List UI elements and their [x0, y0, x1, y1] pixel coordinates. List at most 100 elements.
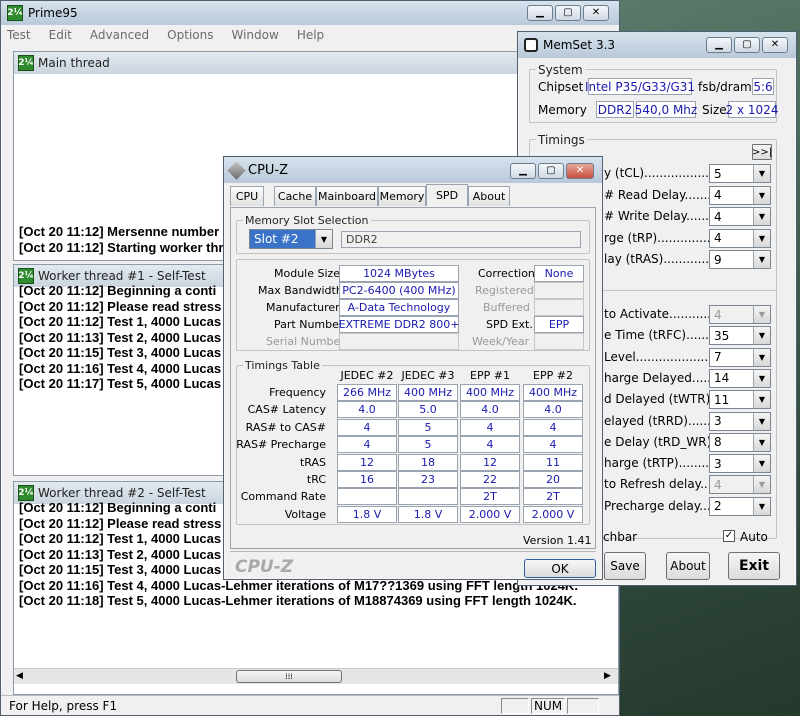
- timing-cell: 20: [523, 471, 583, 488]
- timing-cell: 4: [460, 436, 520, 454]
- timing-select[interactable]: 8 ▼: [709, 432, 771, 452]
- week-year-value: [534, 333, 584, 350]
- spd-ext-label: SPD Ext.: [486, 318, 533, 331]
- log-line: [Oct 20 11:18] Test 5, 4000 Lucas-Lehmer…: [19, 593, 577, 608]
- timing-select[interactable]: 35 ▼: [709, 326, 771, 346]
- timing-select[interactable]: 3 ▼: [709, 454, 771, 474]
- chbar-label: chbar: [603, 530, 638, 544]
- timing-select[interactable]: 4 ▼: [709, 475, 771, 495]
- timing-select[interactable]: 5 ▼: [709, 164, 771, 183]
- menu-test[interactable]: Test: [7, 28, 31, 42]
- timing-select[interactable]: 4 ▼: [709, 305, 771, 324]
- chevron-down-icon[interactable]: ▼: [753, 476, 770, 494]
- timings-table-label: Timings Table: [243, 359, 322, 372]
- scroll-right-icon[interactable]: ▶: [604, 671, 611, 681]
- timing-select[interactable]: 4 ▼: [709, 207, 771, 226]
- chevron-down-icon[interactable]: ▼: [753, 229, 770, 247]
- menu-help[interactable]: Help: [297, 28, 324, 42]
- chevron-down-icon[interactable]: ▼: [753, 251, 770, 268]
- timing-select[interactable]: 4 ▼: [709, 228, 771, 248]
- maximize-icon[interactable]: ▢: [538, 163, 564, 179]
- timing-value: 2: [714, 499, 722, 514]
- save-button[interactable]: Save: [604, 552, 646, 580]
- maximize-icon[interactable]: ▢: [555, 5, 581, 21]
- system-label: System: [536, 63, 585, 77]
- tab-spd[interactable]: SPD: [426, 184, 468, 206]
- slot-type-value: DDR2: [341, 231, 581, 248]
- timing-label: y (tCL)...................: [604, 166, 717, 180]
- exit-button[interactable]: Exit: [728, 552, 780, 580]
- chevron-down-icon[interactable]: ▼: [753, 391, 770, 409]
- more-timings-button[interactable]: >>|: [752, 144, 772, 160]
- prime95-titlebar[interactable]: 2¼ Prime95 ▁ ▢ ✕: [1, 1, 619, 25]
- chevron-down-icon[interactable]: ▼: [753, 455, 770, 473]
- chevron-down-icon[interactable]: ▼: [753, 186, 770, 204]
- menu-advanced[interactable]: Advanced: [90, 28, 149, 42]
- chevron-down-icon[interactable]: ▼: [753, 369, 770, 387]
- cpuz-title: CPU-Z: [248, 162, 289, 178]
- timing-select[interactable]: 2 ▼: [709, 496, 771, 516]
- close-icon[interactable]: ✕: [583, 5, 609, 21]
- chevron-down-icon[interactable]: ▼: [753, 497, 770, 515]
- maximize-icon[interactable]: ▢: [734, 37, 760, 53]
- tab-mainboard[interactable]: Mainboard: [316, 186, 378, 206]
- timing-select[interactable]: 14 ▼: [709, 368, 771, 388]
- timing-cell: 2T: [460, 488, 520, 506]
- cpuz-tabs: CPU Cache Mainboard Memory SPD About: [230, 184, 596, 208]
- ok-button[interactable]: OK: [524, 559, 596, 578]
- close-icon[interactable]: ✕: [762, 37, 788, 53]
- registered-label: Registered: [475, 284, 534, 297]
- spd-ext-value: EPP: [534, 316, 584, 333]
- timing-label: harge Delayed.........: [604, 370, 727, 385]
- timing-value: 4: [714, 209, 722, 224]
- column-header: JEDEC #3: [401, 369, 455, 382]
- timing-cell: 4: [337, 436, 397, 454]
- minimize-icon[interactable]: ▁: [706, 37, 732, 53]
- minimize-icon[interactable]: ▁: [510, 163, 536, 179]
- minimize-icon[interactable]: ▁: [527, 5, 553, 21]
- memset-icon: [524, 38, 538, 52]
- about-button[interactable]: About: [666, 552, 710, 580]
- timing-row-label: RAS# Precharge: [236, 438, 326, 452]
- chevron-down-icon[interactable]: ▼: [753, 306, 770, 323]
- scroll-left-icon[interactable]: ◀: [16, 671, 23, 681]
- max-bandwidth-label: Max Bandwidth: [258, 284, 343, 297]
- timing-select[interactable]: 4 ▼: [709, 185, 771, 205]
- timing-select[interactable]: 7 ▼: [709, 347, 771, 367]
- timing-cell: 400 MHz: [523, 384, 583, 401]
- chevron-down-icon[interactable]: ▼: [753, 165, 770, 182]
- slot-select[interactable]: Slot #2 ▼: [249, 229, 333, 249]
- scrollbar-thumb[interactable]: ⁞⁞⁞: [236, 670, 342, 683]
- close-icon[interactable]: ✕: [566, 163, 594, 179]
- memset-titlebar[interactable]: MemSet 3.3 ▁ ▢ ✕: [518, 32, 796, 58]
- timing-cell: 266 MHz: [337, 384, 397, 401]
- size-label: Size: [702, 103, 727, 117]
- timing-select[interactable]: 9 ▼: [709, 250, 771, 269]
- chevron-down-icon[interactable]: ▼: [753, 348, 770, 366]
- cpuz-brand: CPU-Z: [235, 557, 294, 577]
- timing-cell: 11: [523, 453, 583, 471]
- chevron-down-icon[interactable]: ▼: [753, 433, 770, 451]
- timing-select[interactable]: 3 ▼: [709, 411, 771, 431]
- tab-cache[interactable]: Cache: [274, 186, 316, 206]
- auto-checkbox[interactable]: ✓: [723, 530, 735, 542]
- chevron-down-icon[interactable]: ▼: [753, 327, 770, 345]
- menu-window[interactable]: Window: [231, 28, 278, 42]
- timing-cell: 4: [523, 436, 583, 454]
- menu-options[interactable]: Options: [167, 28, 213, 42]
- timing-cell: 2.000 V: [460, 505, 520, 523]
- tab-about[interactable]: About: [468, 186, 510, 206]
- tab-cpu[interactable]: CPU: [230, 186, 264, 206]
- horizontal-scrollbar[interactable]: ◀ ⁞⁞⁞ ▶: [14, 668, 618, 684]
- status-num-indicator: NUM: [531, 698, 565, 714]
- cpuz-titlebar[interactable]: CPU-Z ▁ ▢ ✕: [224, 157, 602, 183]
- chevron-down-icon[interactable]: ▼: [315, 230, 332, 248]
- timing-select[interactable]: 11 ▼: [709, 390, 771, 410]
- tab-memory[interactable]: Memory: [378, 186, 426, 206]
- timing-label: Precharge delay.......: [604, 498, 726, 513]
- chevron-down-icon[interactable]: ▼: [753, 208, 770, 225]
- menu-edit[interactable]: Edit: [49, 28, 72, 42]
- cpuz-window: CPU-Z ▁ ▢ ✕ CPU Cache Mainboard Memory S…: [223, 156, 603, 580]
- serial-number-value: [339, 333, 459, 350]
- chevron-down-icon[interactable]: ▼: [753, 412, 770, 430]
